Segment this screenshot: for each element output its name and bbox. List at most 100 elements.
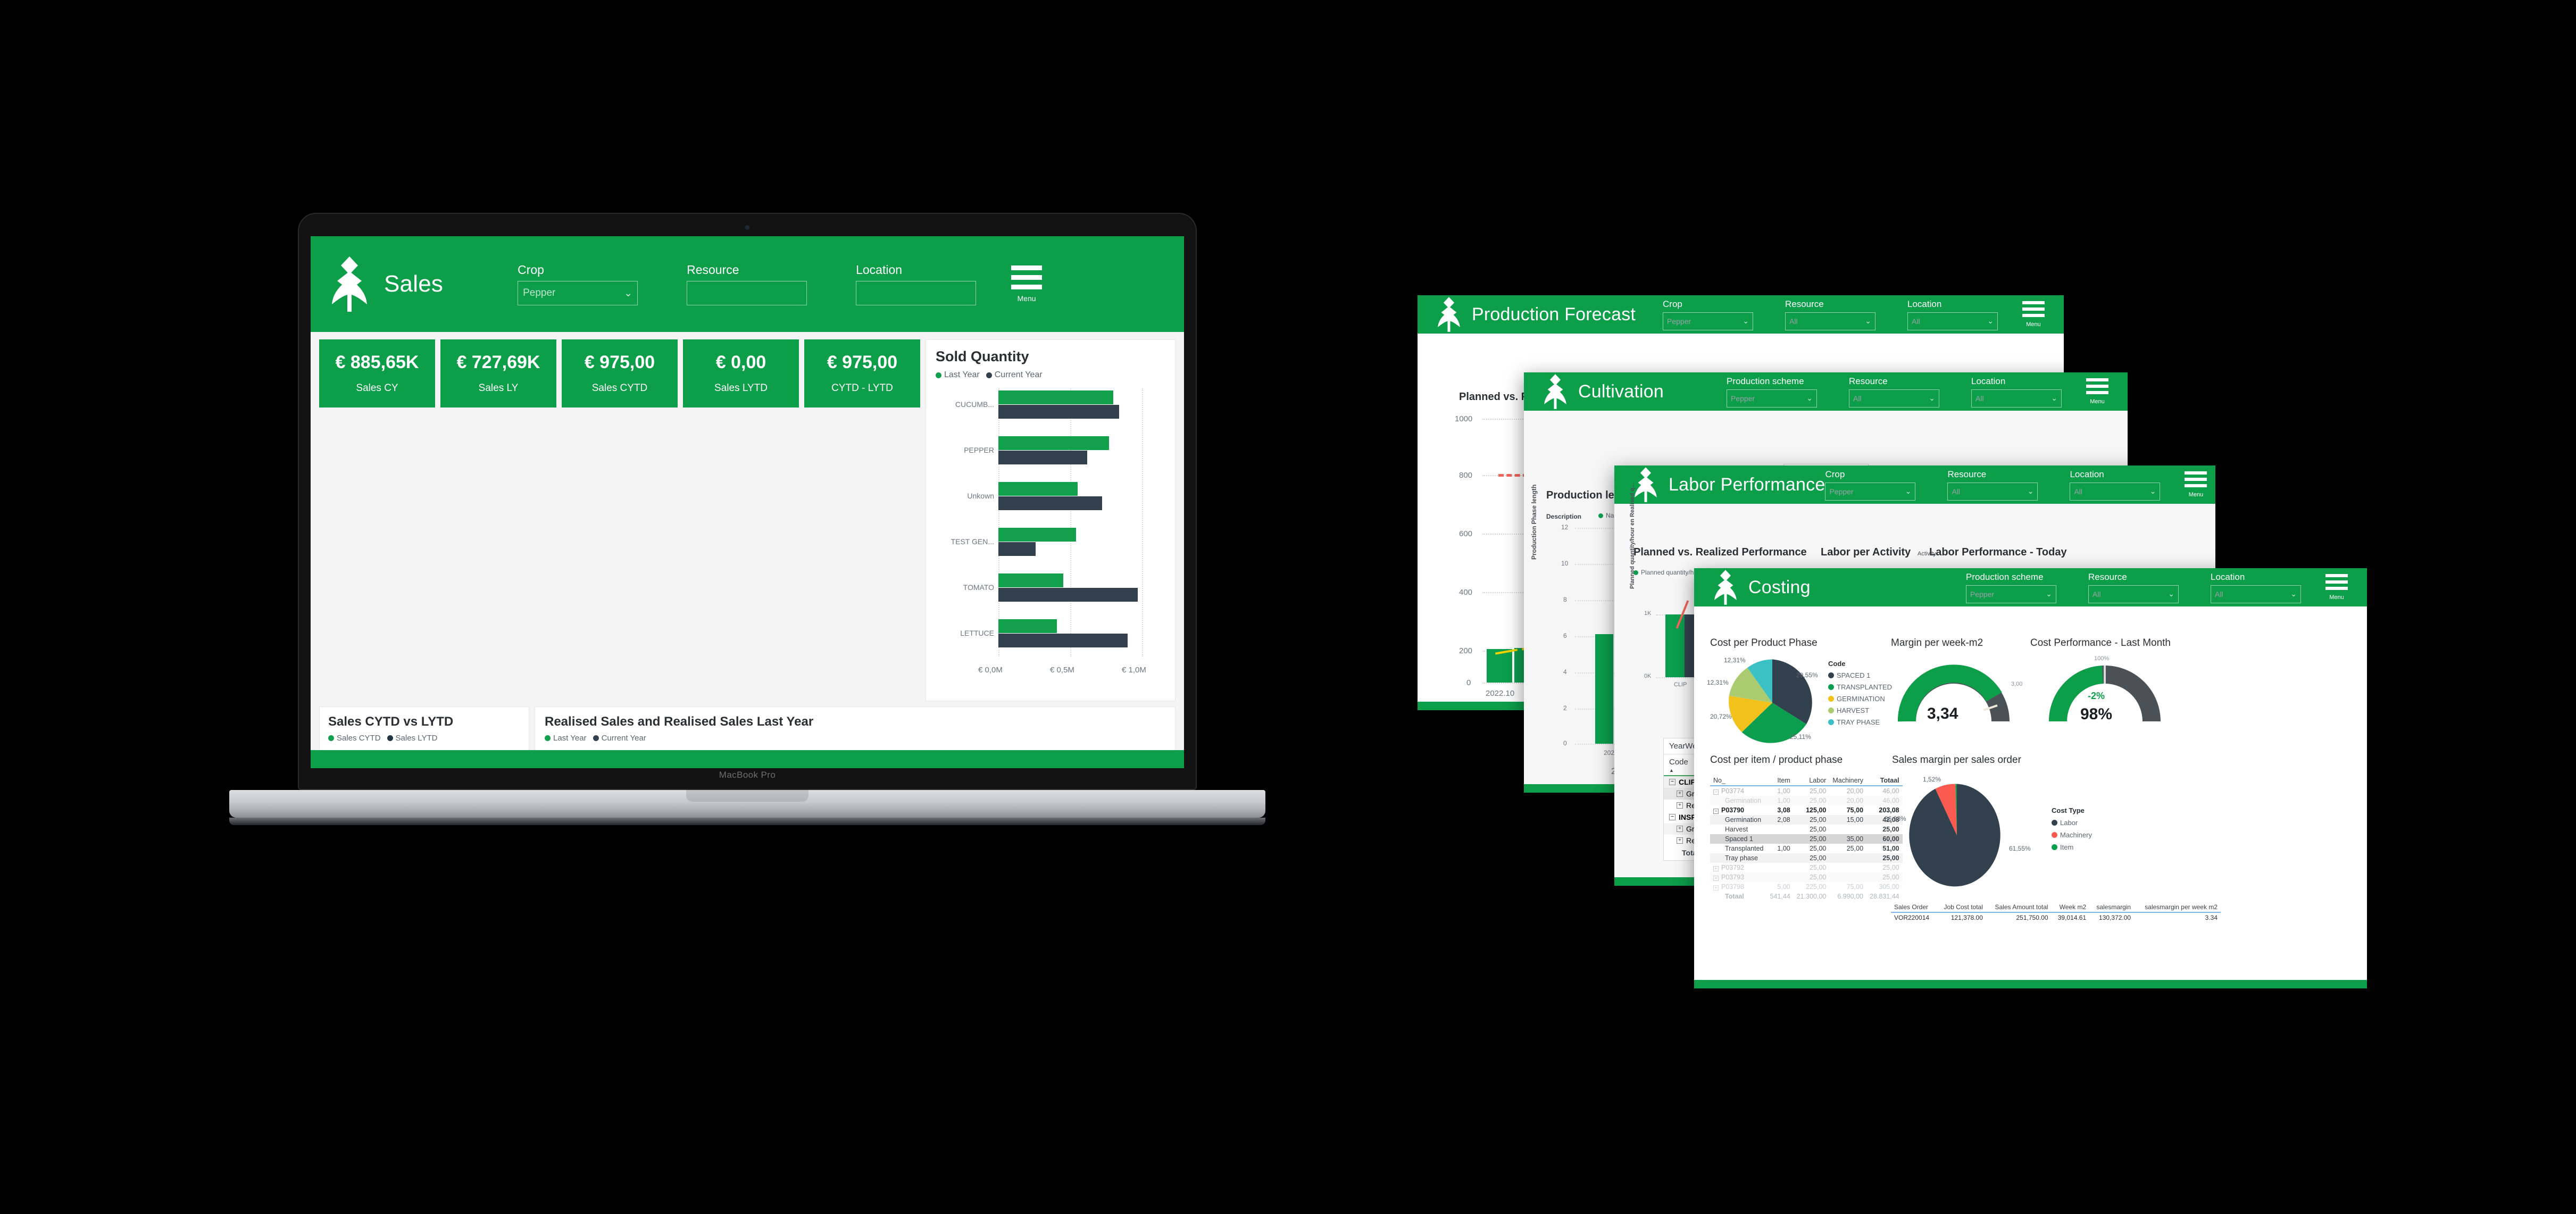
filter-crop-select[interactable]: Pepper ⌄ [518, 281, 638, 305]
sold-qty-xtick-0: € 0,0M [978, 666, 1003, 675]
lp-filter-crop-select[interactable]: Pepper ⌄ [1825, 482, 1916, 501]
sold-qty-cat-1: PEPPER [964, 446, 994, 454]
pf-filter-crop-value: Pepper [1667, 317, 1691, 326]
legend-last-year: Last Year [545, 734, 587, 743]
sold-qty-xtick-1: € 0,5M [1050, 666, 1074, 675]
production-forecast-header: Production Forecast Crop Pepper ⌄ Resour… [1418, 295, 2064, 334]
cv-filter-location-select[interactable]: All ⌄ [1971, 389, 2062, 408]
cv-ytick-4: 4 [1563, 668, 1567, 676]
cell-labor: 25,00 [1810, 845, 1827, 852]
table-row[interactable]: Tray phase 25,00 25,00 [1710, 853, 1903, 863]
lp-filter-resource-select[interactable]: All ⌄ [1947, 482, 2038, 501]
lp-filter-location[interactable]: Location All ⌄ [2070, 469, 2161, 501]
bar-last-year-2 [998, 482, 1078, 496]
table-row[interactable]: Germination 2,08 25,00 15,00 42,08 [1710, 815, 1903, 825]
filter-crop[interactable]: Crop Pepper ⌄ [518, 263, 638, 305]
pf-filter-crop[interactable]: Crop Pepper ⌄ [1663, 299, 1753, 330]
expand-icon[interactable]: + [1677, 791, 1683, 797]
cell-no: P03792 [1721, 864, 1745, 871]
cs-filter-resource-select[interactable]: All ⌄ [2088, 585, 2179, 603]
chevron-down-icon: ⌄ [1806, 394, 1813, 402]
cytd-lytd-title: Sales CYTD vs LYTD [328, 714, 454, 729]
collapse-icon[interactable]: − [1669, 814, 1675, 820]
table-row[interactable]: Spaced 1 25,00 35,00 60,00 [1710, 834, 1903, 844]
col-no: No_ [1710, 776, 1767, 786]
table-row[interactable]: − P03790 3,08 125,00 75,00 203,08 [1710, 805, 1903, 815]
cv-filter-resource-select[interactable]: All ⌄ [1849, 389, 1939, 408]
menu-button[interactable]: Menu [1011, 265, 1043, 303]
lp-section-today: Labor Performance - Today [1929, 546, 2067, 558]
cv-filter-location[interactable]: Location All ⌄ [1971, 376, 2062, 408]
table-row[interactable]: Harvest 25,00 25,00 [1710, 825, 1903, 834]
cv-filter-scheme[interactable]: Production scheme Pepper ⌄ [1727, 376, 1817, 408]
cell-total-item: 541,44 [1770, 893, 1790, 900]
pf-filter-crop-select[interactable]: Pepper ⌄ [1663, 312, 1753, 330]
cell-labor: 25,00 [1810, 797, 1827, 804]
cs-filter-scheme[interactable]: Production scheme Pepper ⌄ [1966, 572, 2056, 603]
cs-filter-scheme-select[interactable]: Pepper ⌄ [1966, 585, 2056, 603]
cs-filter-resource[interactable]: Resource All ⌄ [2088, 572, 2179, 603]
cell-labor: 225,00 [1806, 883, 1827, 891]
collapse-icon[interactable]: − [1713, 809, 1719, 814]
filter-resource-select[interactable] [687, 281, 807, 305]
filter-location[interactable]: Location [856, 263, 977, 305]
legend-item-label: Item [2060, 843, 2074, 851]
table-row[interactable]: Transplanted 1,00 25,00 25,00 51,00 [1710, 844, 1903, 853]
collapse-icon[interactable]: − [1713, 789, 1719, 795]
lp-filter-location-select[interactable]: All ⌄ [2070, 482, 2161, 501]
lp-menu-button[interactable]: Menu [2185, 471, 2207, 498]
pf-filter-location-select[interactable]: All ⌄ [1907, 312, 1998, 330]
cv-menu-label: Menu [2090, 398, 2105, 405]
cell-item [1767, 853, 1794, 863]
sold-quantity-title: Sold Quantity [936, 348, 1029, 364]
cs-filter-location-select[interactable]: All ⌄ [2211, 585, 2301, 603]
cs-title-cost-perf: Cost Performance - Last Month [2030, 637, 2171, 648]
pf-filter-location[interactable]: Location All ⌄ [1907, 299, 1998, 330]
sales-order-table[interactable]: Sales Order Job Cost total Sales Amount … [1891, 902, 2221, 922]
expand-icon[interactable]: + [1713, 876, 1719, 881]
kpi-sales-lytd[interactable]: € 0,00 Sales LYTD [683, 339, 799, 408]
bar-last-year-5 [998, 619, 1057, 633]
expand-icon[interactable]: + [1677, 837, 1683, 844]
lp-filter-crop[interactable]: Crop Pepper ⌄ [1825, 469, 1916, 501]
cs-filter-location[interactable]: Location All ⌄ [2211, 572, 2301, 603]
cultivation-header: Cultivation Production scheme Pepper ⌄ R… [1524, 372, 2128, 411]
window-costing[interactable]: Costing Production scheme Pepper ⌄ Resou… [1694, 568, 2367, 988]
kpi-sales-cy[interactable]: € 885,65K Sales CY [319, 339, 435, 408]
cost-per-item-table[interactable]: No_ Item Labor Machinery Totaal − P03774 … [1710, 776, 1903, 901]
table-row[interactable]: + P03793 25,00 25,00 [1710, 872, 1903, 882]
table-row[interactable]: Germination 1,00 25,00 20,00 46,00 [1710, 796, 1903, 805]
cs-menu-button[interactable]: Menu [2325, 574, 2348, 601]
table-row[interactable]: + P03798 5,00 225,00 75,00 305,00 [1710, 882, 1903, 892]
pf-filter-resource[interactable]: Resource All ⌄ [1785, 299, 1875, 330]
cs-filter-location-value: All [2215, 589, 2223, 598]
lp-y-axis-label: Planned quantity/hour en Realised q... [1629, 483, 1636, 589]
pf-menu-button[interactable]: Menu [2022, 301, 2045, 328]
cell-total-label: Totaal [1725, 893, 1744, 900]
expand-icon[interactable]: + [1713, 866, 1719, 871]
kpi-sales-ly[interactable]: € 727,69K Sales LY [440, 339, 556, 408]
kpi-cytd-minus-lytd[interactable]: € 975,00 CYTD - LYTD [804, 339, 920, 408]
lp-filter-resource[interactable]: Resource All ⌄ [1947, 469, 2038, 501]
pf-ytick-800: 800 [1459, 471, 1473, 480]
cv-filter-scheme-select[interactable]: Pepper ⌄ [1727, 389, 1817, 408]
kpi-sales-cytd[interactable]: € 975,00 Sales CYTD [562, 339, 678, 408]
collapse-icon[interactable]: − [1669, 779, 1675, 785]
legend-sales-lytd-label: Sales LYTD [395, 734, 438, 743]
pf-filter-resource-select[interactable]: All ⌄ [1785, 312, 1875, 330]
filter-location-select[interactable] [856, 281, 977, 305]
expand-icon[interactable]: + [1713, 885, 1719, 891]
filter-resource[interactable]: Resource [687, 263, 807, 305]
table-row[interactable]: VOR220014 121,378.00 251,750.00 39,014.6… [1891, 912, 2221, 922]
cv-menu-button[interactable]: Menu [2086, 378, 2108, 405]
col-week-m2: Week m2 [2051, 902, 2090, 913]
expand-icon[interactable]: + [1677, 802, 1683, 809]
table-row[interactable]: + P03792 25,00 25,00 [1710, 863, 1903, 872]
cell-item: 2,08 [1777, 816, 1790, 824]
table-row[interactable]: − P03774 1,00 25,00 20,00 46,00 [1710, 786, 1903, 796]
cv-filter-resource[interactable]: Resource All ⌄ [1849, 376, 1939, 408]
cell-item: 1,00 [1777, 787, 1790, 795]
expand-icon[interactable]: + [1677, 826, 1683, 832]
cell-item: 3,08 [1777, 806, 1790, 814]
table-total-row: Totaal 541,44 21.300,00 6.990,00 28.831,… [1710, 892, 1903, 901]
